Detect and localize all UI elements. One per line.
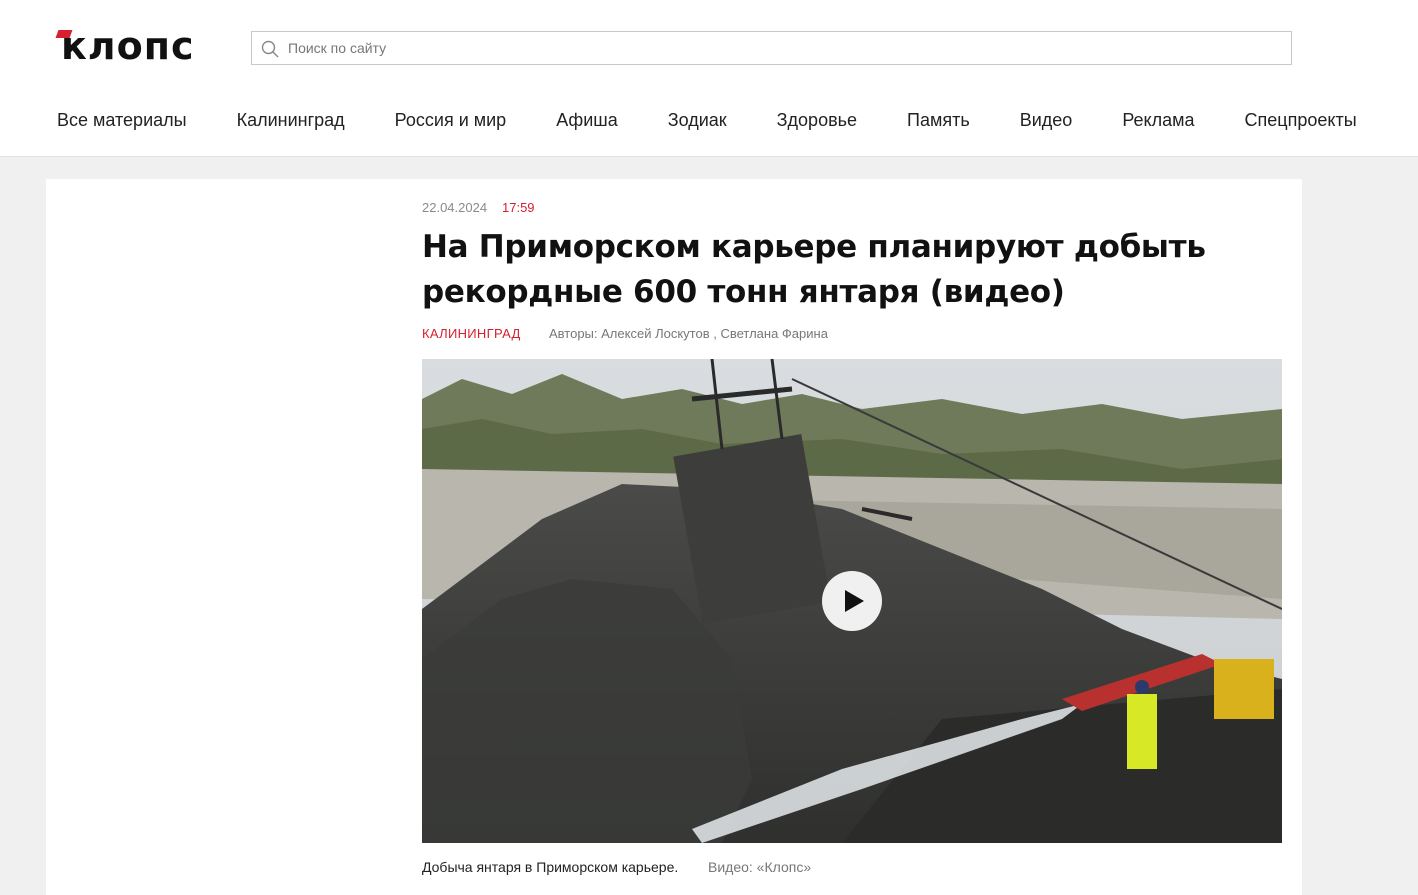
search-input[interactable]	[288, 32, 1283, 64]
author-link[interactable]: Алексей Лоскутов	[601, 326, 709, 341]
search-icon[interactable]	[261, 40, 279, 58]
nav-item-ads[interactable]: Реклама	[1122, 106, 1194, 134]
article-rubric-link[interactable]: Калининград	[422, 326, 521, 341]
nav-item-health[interactable]: Здоровье	[777, 106, 857, 134]
author-separator: ,	[709, 326, 721, 341]
logo-text: клопс	[61, 24, 195, 68]
article-date: 22.04.2024	[422, 200, 488, 215]
authors-label: Авторы:	[549, 326, 598, 341]
article-authors: Авторы: Алексей Лоскутов , Светлана Фари…	[549, 326, 828, 341]
nav-item-russia-world[interactable]: Россия и мир	[395, 106, 507, 134]
main-nav: Все материалы Калининград Россия и мир А…	[57, 106, 1357, 134]
article-title: На Приморском карьере планируют добыть р…	[422, 229, 1206, 310]
site-logo[interactable]: клопс	[55, 24, 207, 70]
video-player[interactable]	[422, 359, 1282, 843]
author-link[interactable]: Светлана Фарина	[720, 326, 827, 341]
site-header: клопс Все материалы Калининград Россия и…	[0, 0, 1418, 157]
article-card: 22.04.2024 17:59 На Приморском карьере п…	[46, 179, 1302, 895]
nav-item-special[interactable]: Спецпроекты	[1245, 106, 1357, 134]
article-time: 17:59	[502, 200, 535, 215]
video-credit: Видео: «Клопс»	[708, 859, 812, 875]
nav-item-memory[interactable]: Память	[907, 106, 970, 134]
nav-item-zodiac[interactable]: Зодиак	[668, 106, 727, 134]
play-button[interactable]	[822, 571, 882, 631]
nav-item-kaliningrad[interactable]: Калининград	[237, 106, 345, 134]
search-box[interactable]	[251, 31, 1292, 65]
nav-item-afisha[interactable]: Афиша	[556, 106, 618, 134]
nav-item-all[interactable]: Все материалы	[57, 106, 187, 134]
nav-item-video[interactable]: Видео	[1020, 106, 1073, 134]
video-caption: Добыча янтаря в Приморском карьере.	[422, 859, 679, 875]
